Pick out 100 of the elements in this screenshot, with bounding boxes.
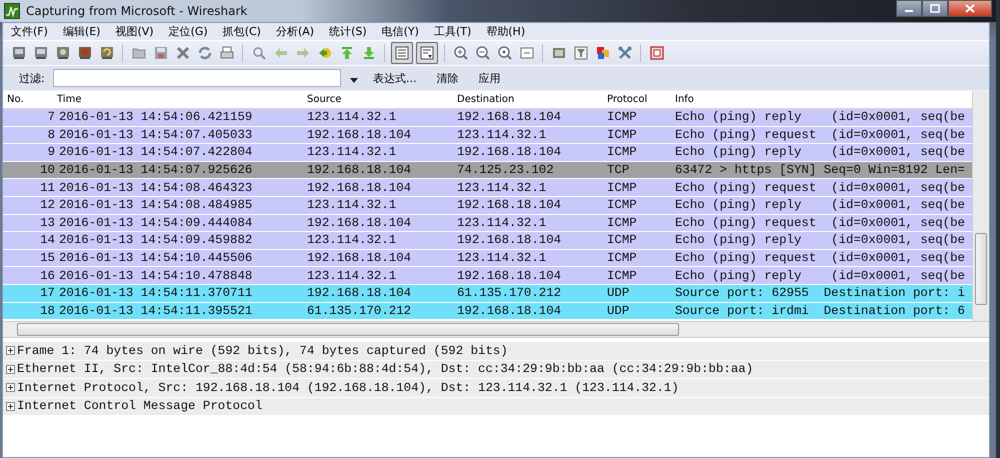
table-cell-text: 2016-01-13 14:54:09.459882	[58, 233, 254, 248]
expand-icon[interactable]	[6, 364, 15, 374]
menu-item[interactable]: 视图(V)	[115, 24, 154, 39]
table-cell-text: Echo (ping) reply (id=0x0001, seq(be	[674, 110, 966, 124]
maximize-icon	[930, 4, 940, 13]
table-cell-text: 192.168.18.104	[456, 145, 562, 160]
table-cell-text: ICMP	[606, 145, 638, 160]
table-cell-text: 18	[39, 304, 55, 318]
table-cell-text: 192.168.18.104	[456, 198, 562, 212]
table-cell-text: 14	[39, 233, 55, 248]
table-cell-text: 192.168.18.104	[456, 110, 562, 124]
table-cell-text: UDP	[606, 286, 630, 300]
packet-row[interactable]: 9 2016-01-13 14:54:07.422804 123.114.32.1 192.168.18.104 ICMP Echo (ping) reply (id=0x0001, seq(be	[3, 144, 972, 162]
packet-row[interactable]: 7 2016-01-13 14:54:06.421159 123.114.32.1 192.168.18.104 ICMP Echo (ping) reply (id=0x0001, seq(be	[3, 109, 972, 127]
packet-row[interactable]: 12 2016-01-13 14:54:08.484985 123.114.32.1 192.168.18.104 ICMP Echo (ping) reply (id=0x0001, seq(be	[3, 196, 972, 215]
table-cell-text: 9	[46, 145, 55, 160]
menu-item[interactable]: 帮助(H)	[486, 24, 526, 39]
table-cell-text: 192.168.18.104	[456, 233, 562, 248]
packet-row[interactable]: 16 2016-01-13 14:54:10.478848 123.114.32.1 192.168.18.104 ICMP Echo (ping) reply (id=0x0001, seq(be	[3, 267, 972, 285]
table-cell-text: 2016-01-13 14:54:10.445506	[58, 251, 254, 266]
packet-row[interactable]: 18 2016-01-13 14:54:11.395521 61.135.170.212 192.168.18.104 UDP Source port: irdmi Destination port: 6	[3, 302, 972, 320]
window-title: Capturing from Microsoft - Wireshark	[26, 4, 248, 18]
column-header[interactable]: No.	[3, 94, 53, 105]
interface-list-icon	[10, 45, 26, 61]
menu-item[interactable]: 电信(Y)	[382, 24, 419, 39]
packet-row[interactable]: 13 2016-01-13 14:54:09.444084 192.168.18.104 123.114.32.1 ICMP Echo (ping) request (id=0x0001, seq(be	[3, 214, 972, 232]
filter-button[interactable]: 应用	[476, 70, 502, 86]
column-header[interactable]: Protocol	[603, 94, 671, 105]
menu-item[interactable]: 定位(G)	[168, 24, 208, 39]
close-file-icon	[174, 45, 190, 61]
vertical-scrollbar[interactable]	[972, 91, 989, 321]
packet-row[interactable]: 10 2016-01-13 14:54:07.925626 192.168.18.104 74.125.23.102 TCP 63472 > https [SYN] Seq=0 Win=8192 Len=	[3, 162, 972, 180]
minimize-button[interactable]	[896, 0, 922, 17]
table-cell-text: 7	[46, 110, 55, 124]
table-cell-text: 2016-01-13 14:54:07.422804	[58, 145, 254, 160]
table-cell-text: ICMP	[606, 110, 638, 124]
expand-icon[interactable]	[6, 402, 15, 411]
table-cell-text: 123.114.32.1	[456, 251, 548, 266]
table-cell-text: 123.114.32.1	[306, 110, 398, 124]
list-pane-button[interactable]	[391, 42, 413, 64]
table-cell-text: 2016-01-13 14:54:11.395521	[58, 304, 254, 318]
app-icon	[4, 3, 20, 19]
reload-icon	[196, 45, 212, 61]
packet-row[interactable]: 15 2016-01-13 14:54:10.445506 192.168.18.104 123.114.32.1 ICMP Echo (ping) request (id=0x0001, seq(be	[3, 250, 972, 268]
table-cell-text: 123.114.32.1	[456, 128, 548, 142]
table-cell-text: ICMP	[606, 268, 638, 283]
table-cell-text: 192.168.18.104	[306, 216, 412, 230]
table-cell-text: 2016-01-13 14:54:07.405033	[58, 128, 254, 142]
table-cell-text: 63472 > https [SYN] Seq=0 Win=8192 Len=	[674, 163, 966, 178]
menu-item[interactable]: 抓包(C)	[222, 24, 261, 39]
table-cell-text: 123.114.32.1	[456, 216, 548, 230]
close-icon	[965, 4, 975, 13]
packet-row[interactable]: 14 2016-01-13 14:54:09.459882 123.114.32.1 192.168.18.104 ICMP Echo (ping) reply (id=0x0001, seq(be	[3, 232, 972, 250]
column-header[interactable]: Destination	[453, 94, 603, 105]
column-header[interactable]: Time	[53, 94, 303, 105]
capture-options-icon	[32, 45, 48, 61]
list-pane-button[interactable]	[416, 42, 438, 64]
filter-label: 过滤:	[19, 70, 46, 86]
filter-field[interactable]	[53, 69, 341, 87]
close-button[interactable]	[948, 0, 992, 17]
search-icon	[250, 45, 266, 61]
horizontal-scrollbar[interactable]	[3, 322, 989, 338]
menu-item[interactable]: 编辑(E)	[62, 24, 100, 39]
go-to-icon	[316, 45, 332, 61]
table-cell-text: 2016-01-13 14:54:09.444084	[58, 216, 254, 230]
table-cell-text: 2016-01-13 14:54:10.478848	[58, 268, 254, 283]
table-cell-text: 74.125.23.102	[456, 163, 555, 178]
right-arrow-icon	[294, 45, 310, 61]
table-cell-text: Echo (ping) request (id=0x0001, seq(be	[674, 180, 966, 195]
coloring-rules-icon	[594, 45, 610, 61]
table-cell-text: 123.114.32.1	[456, 180, 548, 195]
packet-row[interactable]: 17 2016-01-13 14:54:11.370711 192.168.18.104 61.135.170.212 UDP Source port: 62955 Destination port: i	[3, 284, 972, 303]
table-cell-text: Echo (ping) reply (id=0x0001, seq(be	[674, 268, 966, 283]
packet-row[interactable]: 11 2016-01-13 14:54:08.464323 192.168.18.104 123.114.32.1 ICMP Echo (ping) request (id=0x0001, seq(be	[3, 179, 972, 197]
menu-item[interactable]: 文件(F)	[11, 24, 48, 39]
table-cell-text: 2016-01-13 14:54:08.484985	[58, 198, 254, 212]
table-cell-text: ICMP	[606, 198, 638, 212]
filter-button[interactable]: 表达式...	[371, 70, 418, 86]
menu-item[interactable]: 分析(A)	[276, 24, 314, 39]
tools-icon	[616, 45, 632, 61]
table-cell-text: 123.114.32.1	[306, 233, 398, 248]
filter-button[interactable]: 清除	[434, 70, 460, 86]
zoom-reset-icon	[496, 45, 512, 61]
table-cell-text: 2016-01-13 14:54:11.370711	[58, 286, 254, 300]
tree-item[interactable]: Internet Control Message Protocol	[17, 399, 262, 414]
expand-icon[interactable]	[6, 346, 15, 356]
printer-icon	[218, 45, 234, 61]
menu-item[interactable]: 工具(T)	[434, 24, 472, 39]
maximize-button[interactable]	[922, 0, 948, 17]
column-header[interactable]: Info	[671, 94, 972, 105]
zoom-in-icon	[452, 45, 468, 61]
table-cell-text: Echo (ping) reply (id=0x0001, seq(be	[674, 233, 966, 248]
menu-item[interactable]: 统计(S)	[329, 24, 367, 39]
table-cell-text: ICMP	[606, 128, 638, 142]
table-cell-text: 2016-01-13 14:54:07.925626	[58, 163, 254, 178]
packet-row[interactable]: 8 2016-01-13 14:54:07.405033 192.168.18.104 123.114.32.1 ICMP Echo (ping) request (id=0x0001, seq(be	[3, 126, 972, 144]
table-cell-text: 123.114.32.1	[306, 268, 398, 283]
expand-icon[interactable]	[6, 383, 15, 392]
column-header[interactable]: Source	[303, 94, 453, 105]
table-cell-text: 10	[39, 163, 55, 178]
